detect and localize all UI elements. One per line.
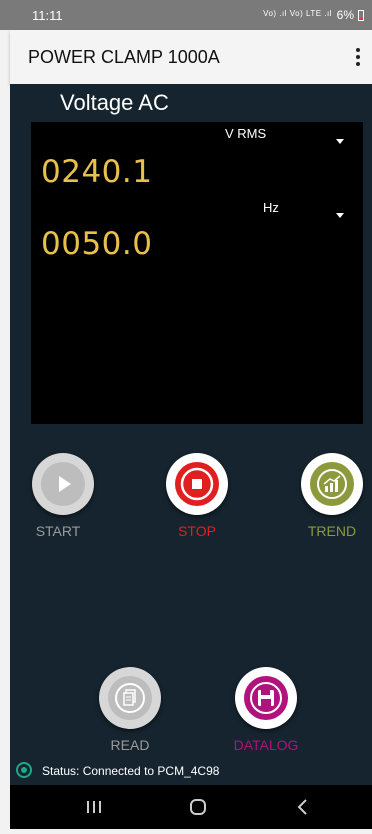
app-body: Voltage AC V RMS 0240.1 Hz 0050.0 START … [10,84,372,785]
battery-icon [358,10,364,21]
mode-title: Voltage AC [60,90,169,115]
datalog-label: DATALOG [233,737,299,753]
trend-button[interactable] [301,453,363,515]
document-icon [108,676,152,720]
clock: 11:11 [32,8,63,23]
secondary-unit-dropdown-caret-icon[interactable] [336,206,344,221]
home-icon[interactable] [168,785,228,829]
start-label: START [35,523,81,539]
trend-label: TREND [307,523,357,539]
connection-status-icon [16,762,32,778]
secondary-unit-dropdown[interactable]: Hz [263,200,279,215]
play-icon [41,462,85,506]
read-button[interactable] [99,667,161,729]
datalog-button[interactable] [235,667,297,729]
meter-display: V RMS 0240.1 Hz 0050.0 [31,122,363,424]
recent-apps-icon[interactable] [65,785,125,829]
save-icon [244,676,288,720]
overflow-menu-icon[interactable] [350,45,366,69]
secondary-reading: 0050.0 [41,226,153,262]
signal-indicator: Vo) .ıl Vo) LTE .ıl [263,9,332,18]
system-nav-bar [10,785,372,829]
chart-icon [310,462,354,506]
primary-unit-dropdown[interactable]: V RMS [225,126,266,141]
battery-percent: 6% [336,8,354,22]
stop-icon [175,462,219,506]
primary-reading: 0240.1 [41,154,153,190]
primary-unit-dropdown-caret-icon[interactable] [336,132,344,147]
system-status-bar: 11:11 Vo) .ıl Vo) LTE .ıl 6% [0,0,372,30]
stop-label: STOP [178,523,216,539]
stop-button[interactable] [166,453,228,515]
status-text: Status: Connected to PCM_4C98 [42,764,220,778]
read-label: READ [110,737,150,753]
app-title: POWER CLAMP 1000A [28,47,220,67]
back-icon[interactable] [272,785,332,829]
start-button[interactable] [32,453,94,515]
app-bar: POWER CLAMP 1000A [10,30,372,84]
